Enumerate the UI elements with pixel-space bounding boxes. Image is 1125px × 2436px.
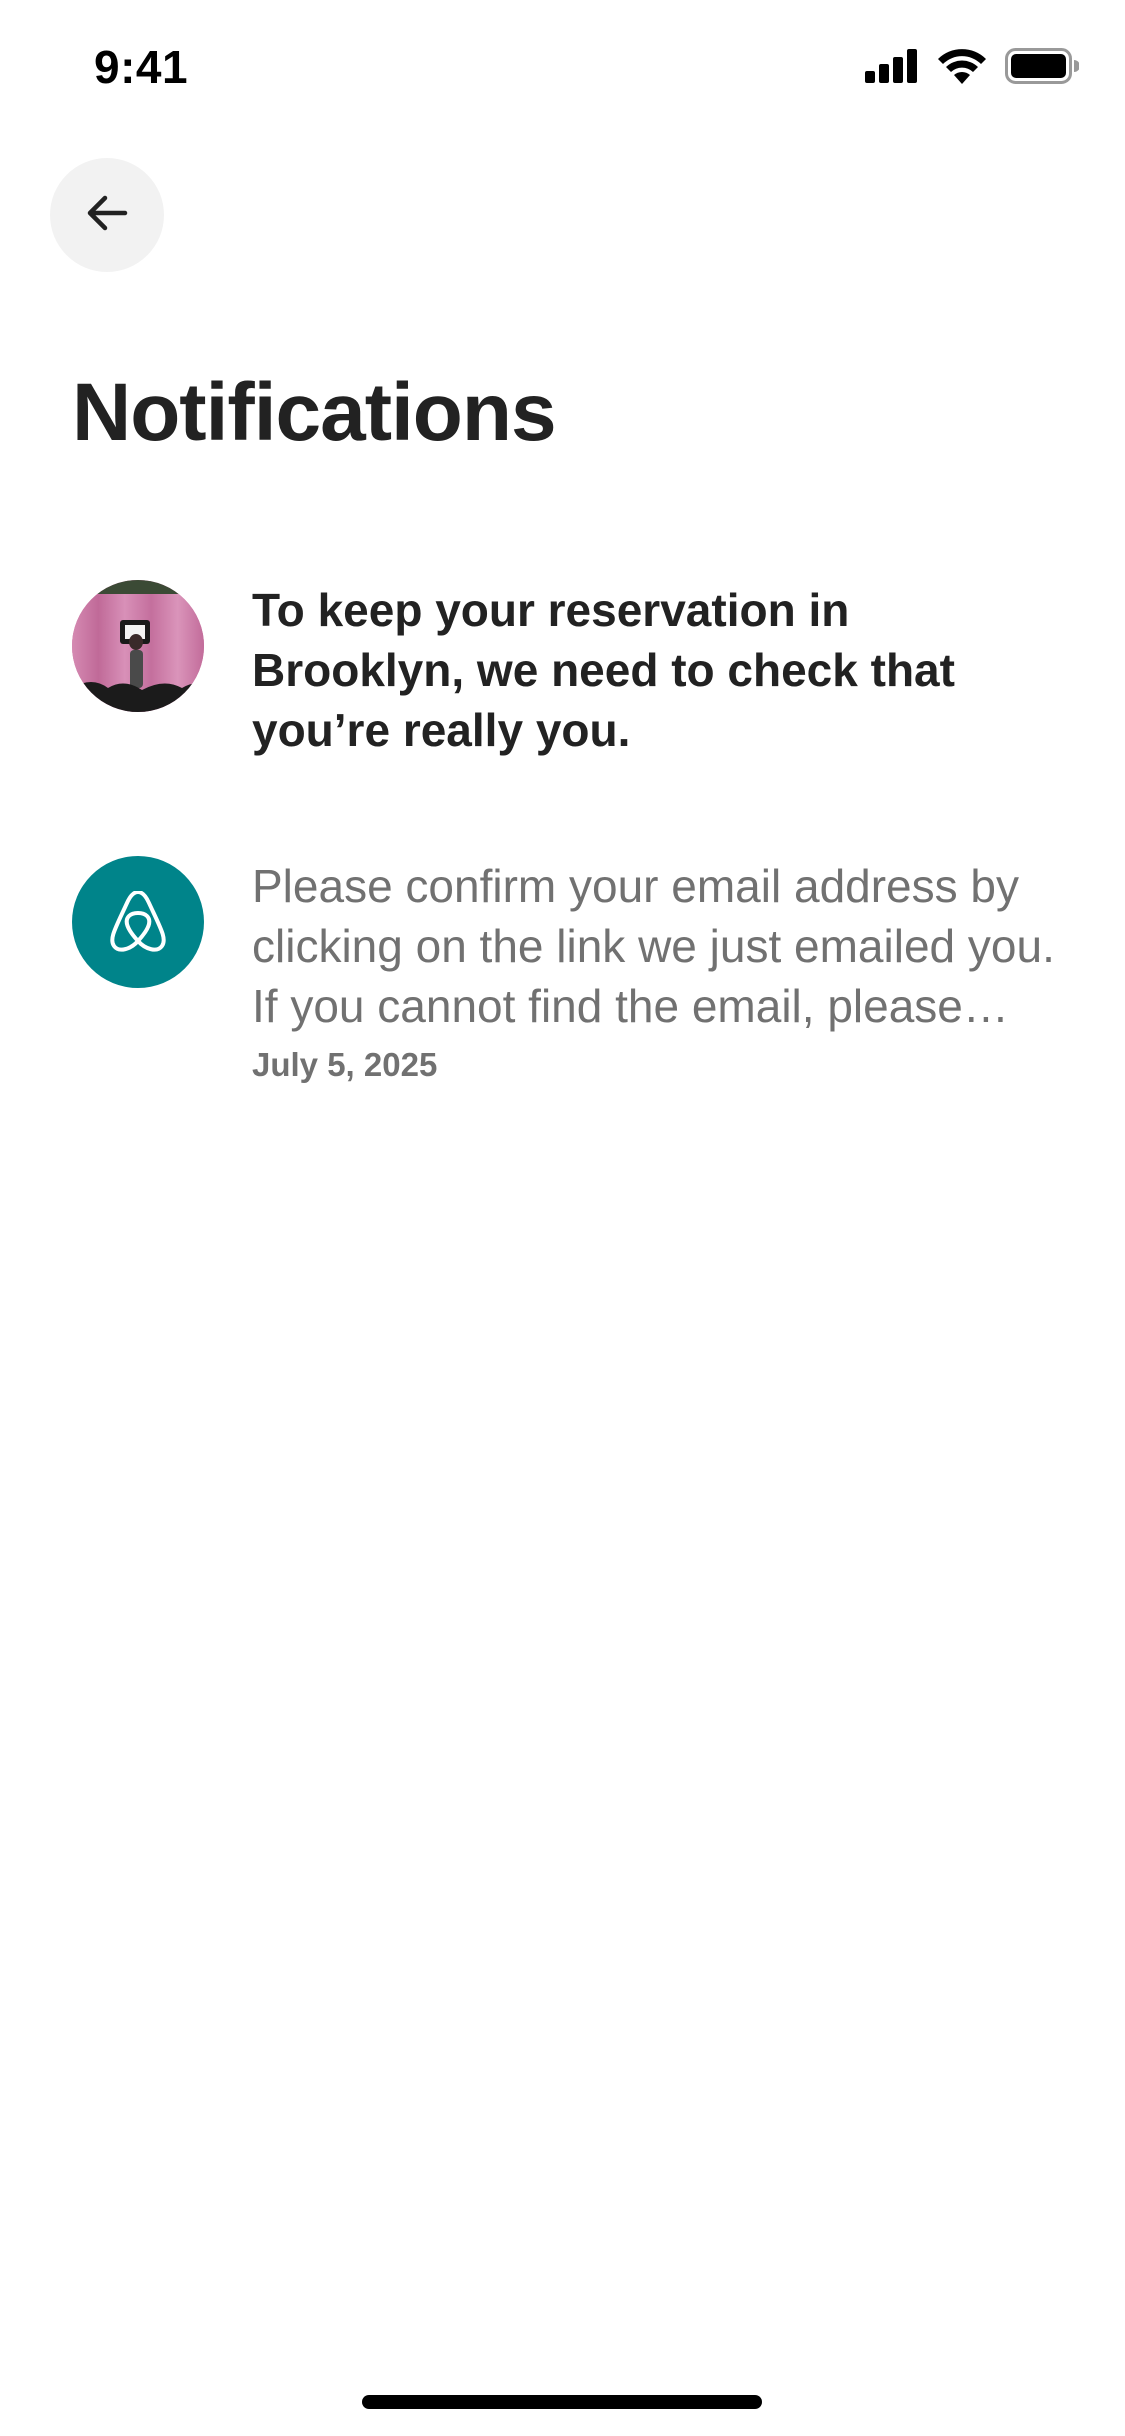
status-icons bbox=[865, 48, 1079, 84]
arrow-left-icon bbox=[83, 189, 131, 242]
battery-icon bbox=[1005, 48, 1079, 84]
notification-message: To keep your reservation in Brooklyn, we… bbox=[252, 584, 955, 756]
home-indicator[interactable] bbox=[362, 2395, 762, 2409]
notification-date: July 5, 2025 bbox=[252, 1046, 438, 1083]
back-button[interactable] bbox=[50, 158, 164, 272]
status-bar: 9:41 bbox=[0, 0, 1125, 132]
notification-content: To keep your reservation in Brooklyn, we… bbox=[252, 580, 1062, 760]
notification-item[interactable]: To keep your reservation in Brooklyn, we… bbox=[72, 580, 1062, 760]
airbnb-logo-icon bbox=[72, 856, 204, 988]
notification-message: Please confirm your email address by cli… bbox=[252, 860, 1055, 1032]
notification-content: Please confirm your email address by cli… bbox=[252, 856, 1062, 1084]
status-time: 9:41 bbox=[94, 41, 189, 93]
page-title: Notifications bbox=[72, 367, 557, 458]
notification-item[interactable]: Please confirm your email address by cli… bbox=[72, 856, 1062, 1084]
wifi-icon bbox=[937, 48, 987, 84]
cellular-signal-icon bbox=[865, 49, 919, 83]
listing-photo-avatar bbox=[72, 580, 204, 712]
